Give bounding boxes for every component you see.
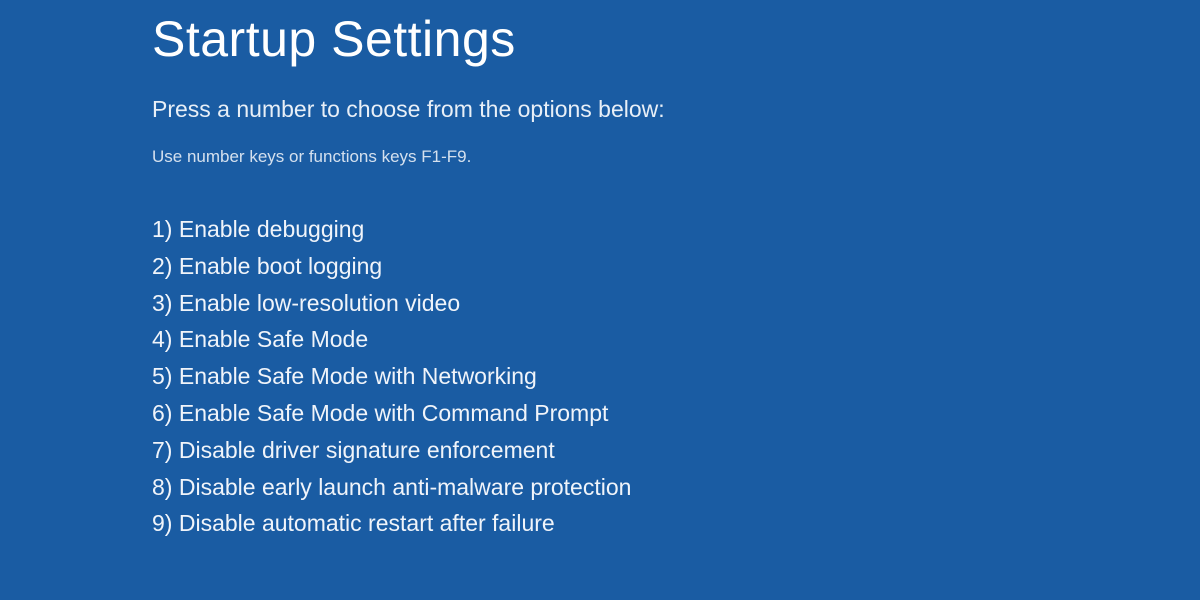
instruction-text: Press a number to choose from the option… (152, 96, 1200, 123)
option-number: 2 (152, 253, 165, 279)
hint-text: Use number keys or functions keys F1-F9. (152, 147, 1200, 167)
option-enable-debugging[interactable]: 1) Enable debugging (152, 211, 1200, 248)
option-label: Enable boot logging (179, 253, 382, 279)
option-label: Enable Safe Mode with Command Prompt (179, 400, 609, 426)
page-title: Startup Settings (152, 10, 1200, 68)
option-label: Enable low-resolution video (179, 290, 460, 316)
option-disable-driver-signature-enforcement[interactable]: 7) Disable driver signature enforcement (152, 432, 1200, 469)
options-list: 1) Enable debugging 2) Enable boot loggi… (152, 211, 1200, 542)
option-enable-safe-mode-networking[interactable]: 5) Enable Safe Mode with Networking (152, 358, 1200, 395)
option-number: 6 (152, 400, 165, 426)
option-label: Disable driver signature enforcement (179, 437, 555, 463)
option-number: 1 (152, 216, 165, 242)
option-number: 3 (152, 290, 165, 316)
option-number: 5 (152, 363, 165, 389)
option-disable-early-launch-anti-malware[interactable]: 8) Disable early launch anti-malware pro… (152, 469, 1200, 506)
option-number: 7 (152, 437, 165, 463)
option-enable-safe-mode-command-prompt[interactable]: 6) Enable Safe Mode with Command Prompt (152, 395, 1200, 432)
option-number: 9 (152, 510, 165, 536)
option-number: 8 (152, 474, 165, 500)
option-label: Enable Safe Mode (179, 326, 368, 352)
option-label: Enable Safe Mode with Networking (179, 363, 537, 389)
option-number: 4 (152, 326, 165, 352)
option-disable-automatic-restart[interactable]: 9) Disable automatic restart after failu… (152, 505, 1200, 542)
option-label: Enable debugging (179, 216, 364, 242)
option-label: Disable automatic restart after failure (179, 510, 555, 536)
option-enable-boot-logging[interactable]: 2) Enable boot logging (152, 248, 1200, 285)
option-enable-safe-mode[interactable]: 4) Enable Safe Mode (152, 321, 1200, 358)
option-label: Disable early launch anti-malware protec… (179, 474, 632, 500)
option-enable-low-resolution-video[interactable]: 3) Enable low-resolution video (152, 285, 1200, 322)
